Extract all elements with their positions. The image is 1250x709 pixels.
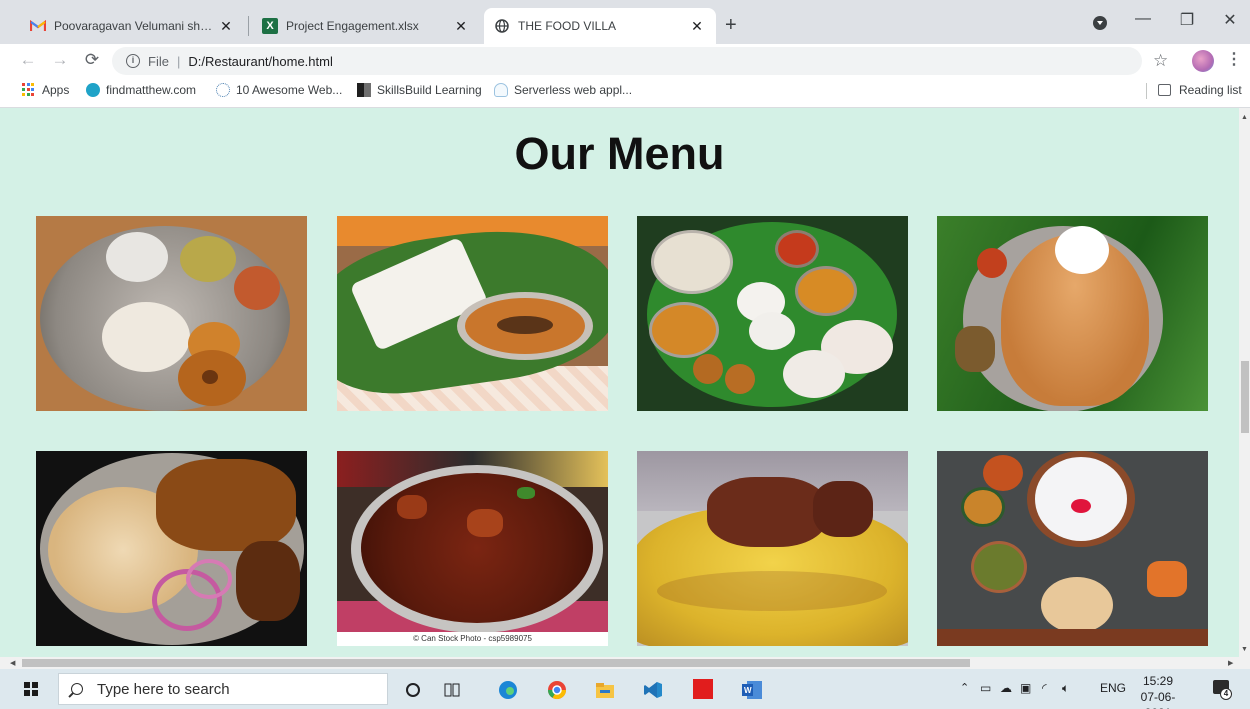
horizontal-scrollbar[interactable]: ◀ ▶ xyxy=(0,657,1250,669)
windows-taskbar: Type here to search W ⌃ ▭ ☁ ▣ ◜ 🔈︎ ENG 1… xyxy=(0,669,1250,709)
watermark-text: © Can Stock Photo - csp5989075 xyxy=(413,634,532,643)
vertical-scrollbar[interactable]: ▲ ▼ xyxy=(1239,108,1250,657)
cortana-icon[interactable] xyxy=(402,679,424,701)
tab-strip: Poovaragavan Velumani shared ✕ X Project… xyxy=(0,0,1250,44)
findmatthew-icon xyxy=(86,83,100,97)
tab-separator xyxy=(248,16,249,36)
browser-toolbar: ← → ⟳ i File | D:/Restaurant/home.html ☆… xyxy=(0,44,1250,78)
page-viewport: Our Menu © Can Stock Photo - csp5989075 xyxy=(0,108,1239,659)
clock-date: 07-06-2021 xyxy=(1140,690,1176,709)
close-icon[interactable]: ✕ xyxy=(688,18,706,35)
globe-icon xyxy=(494,18,510,34)
reading-list-button[interactable]: Reading list xyxy=(1158,83,1242,97)
dish-image-4[interactable] xyxy=(937,216,1208,411)
info-icon[interactable]: i xyxy=(126,54,140,68)
reload-icon[interactable]: ⟳ xyxy=(80,50,104,70)
bookmarks-divider xyxy=(1146,83,1147,99)
menu-heading: Our Menu xyxy=(514,128,725,179)
battery-icon[interactable]: ▭ xyxy=(980,681,991,695)
chrome-icon[interactable] xyxy=(546,679,568,701)
window-close-button[interactable]: ✕ xyxy=(1207,10,1250,30)
profile-avatar[interactable] xyxy=(1192,50,1214,72)
reading-list-icon xyxy=(1158,84,1171,96)
task-view-icon[interactable] xyxy=(441,679,463,701)
scroll-down-arrow-icon[interactable]: ▼ xyxy=(1241,646,1248,653)
file-explorer-icon[interactable] xyxy=(594,679,616,701)
taskbar-search-input[interactable]: Type here to search xyxy=(58,673,388,705)
cloud-icon xyxy=(494,83,508,97)
bookmarks-bar: Apps findmatthew.com 10 Awesome Web... S… xyxy=(0,78,1250,104)
language-indicator[interactable]: ENG xyxy=(1100,681,1126,695)
vscode-icon[interactable] xyxy=(642,679,664,701)
address-scheme: File xyxy=(148,53,169,69)
excel-icon: X xyxy=(262,18,278,34)
forward-arrow-icon[interactable]: → xyxy=(48,50,72,70)
show-hidden-icons-icon[interactable]: ⌃ xyxy=(960,681,969,694)
dish-image-8[interactable] xyxy=(937,451,1208,646)
apps-grid-icon xyxy=(22,83,36,97)
bookmark-star-icon[interactable]: ☆ xyxy=(1153,52,1168,70)
minimize-button[interactable]: — xyxy=(1120,10,1166,28)
restore-button[interactable]: ❐ xyxy=(1164,10,1210,30)
tab-the-food-villa[interactable]: THE FOOD VILLA ✕ xyxy=(484,8,716,44)
scroll-up-arrow-icon[interactable]: ▲ xyxy=(1241,114,1248,121)
menu-kebab-icon[interactable]: ⋮ xyxy=(1226,51,1242,69)
back-arrow-icon[interactable]: ← xyxy=(16,50,40,70)
edge-icon[interactable] xyxy=(497,679,519,701)
dish-image-7[interactable] xyxy=(637,451,908,646)
notification-count-badge: 4 xyxy=(1220,688,1232,700)
wifi-icon[interactable]: ◜ xyxy=(1042,681,1047,695)
dish-image-6[interactable]: © Can Stock Photo - csp5989075 xyxy=(337,451,608,646)
tab-search-icon[interactable] xyxy=(1093,16,1107,30)
volume-icon[interactable]: 🔈︎ xyxy=(1062,681,1069,696)
system-clock[interactable]: 15:29 07-06-2021 xyxy=(1134,673,1182,709)
dish-image-1[interactable] xyxy=(36,216,307,411)
tab-project-engagement[interactable]: X Project Engagement.xlsx ✕ xyxy=(252,8,480,44)
svg-text:W: W xyxy=(744,686,752,695)
close-icon[interactable]: ✕ xyxy=(217,18,235,35)
bookmark-skillsbuild[interactable]: SkillsBuild Learning xyxy=(357,83,482,97)
bookmark-findmatthew[interactable]: findmatthew.com xyxy=(86,83,196,97)
gmail-icon xyxy=(30,18,46,34)
clock-time: 15:29 xyxy=(1142,674,1174,688)
address-divider: | xyxy=(176,53,181,69)
bookmark-10-awesome-web[interactable]: 10 Awesome Web... xyxy=(216,83,342,97)
onedrive-icon[interactable]: ☁ xyxy=(1000,681,1012,695)
red-app-icon[interactable] xyxy=(693,679,713,699)
meet-now-icon[interactable]: ▣ xyxy=(1020,681,1031,695)
bookmark-serverless[interactable]: Serverless web appl... xyxy=(494,83,632,97)
new-tab-button[interactable]: + xyxy=(725,14,737,36)
address-url: D:/Restaurant/home.html xyxy=(188,53,333,69)
tab-gmail[interactable]: Poovaragavan Velumani shared ✕ xyxy=(20,8,245,44)
awesome-web-icon xyxy=(216,83,230,97)
address-bar[interactable]: i File | D:/Restaurant/home.html xyxy=(112,47,1142,75)
scroll-left-arrow-icon[interactable]: ◀ xyxy=(10,659,15,667)
vertical-scroll-thumb[interactable] xyxy=(1241,361,1249,433)
search-icon xyxy=(71,683,83,695)
windows-start-icon[interactable] xyxy=(24,682,38,696)
close-icon[interactable]: ✕ xyxy=(452,18,470,35)
dish-image-5[interactable] xyxy=(36,451,307,646)
skillsbuild-icon xyxy=(357,83,371,97)
dish-image-3[interactable] xyxy=(637,216,908,411)
dish-image-2[interactable] xyxy=(337,216,608,411)
bookmark-apps[interactable]: Apps xyxy=(22,83,69,97)
horizontal-scroll-thumb[interactable] xyxy=(22,659,970,667)
scroll-right-arrow-icon[interactable]: ▶ xyxy=(1228,659,1233,667)
word-icon[interactable]: W xyxy=(741,679,763,701)
